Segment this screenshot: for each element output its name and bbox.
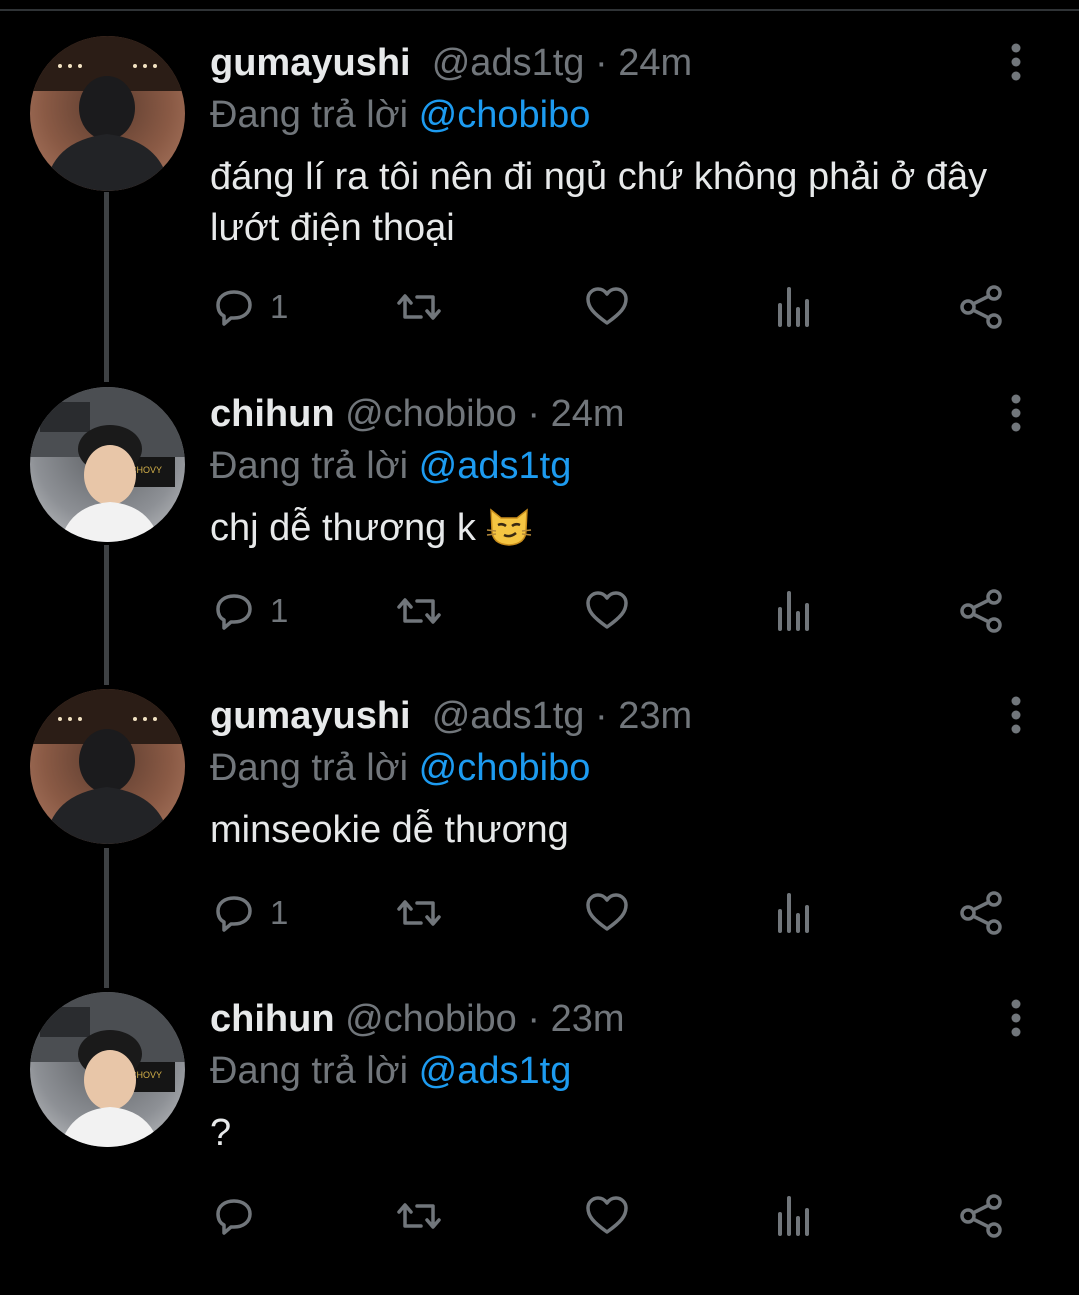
replying-to: Đang trả lời @ads1tg <box>210 1050 572 1092</box>
tweet-header: gumayushi @ads1tg · 23m <box>210 695 693 737</box>
retweet-button[interactable] <box>395 887 443 939</box>
user-handle[interactable]: @chobibo <box>345 998 517 1040</box>
display-name[interactable]: chihun <box>210 998 335 1040</box>
tweet-text: minseokie dễ thương <box>210 809 569 851</box>
user-handle[interactable]: @chobibo <box>345 393 517 435</box>
views-button[interactable] <box>772 585 820 637</box>
reply-count: 1 <box>270 288 289 325</box>
retweet-button[interactable] <box>395 585 443 637</box>
retweet-button[interactable] <box>395 1190 443 1242</box>
top-divider <box>0 0 1079 11</box>
like-button[interactable] <box>583 585 631 637</box>
display-name[interactable]: gumayushi <box>210 695 411 737</box>
retweet-icon <box>397 598 441 624</box>
reply-icon <box>216 896 252 932</box>
share-icon <box>960 1194 1002 1238</box>
tweet-text: đáng lí ra tôi nên đi ngủ chứ không phải… <box>210 156 988 249</box>
more-vertical-icon[interactable] <box>1000 391 1032 435</box>
like-button[interactable] <box>583 1190 631 1242</box>
mention-link[interactable]: @chobibo <box>419 747 591 789</box>
replying-to: Đang trả lời @ads1tg <box>210 445 572 487</box>
views-icon <box>778 287 809 327</box>
tweet[interactable]: gumayushi @ads1tg · 24m Đang trả lời @ch… <box>0 36 1079 339</box>
display-name[interactable]: gumayushi <box>210 42 411 84</box>
more-vertical-icon[interactable] <box>1000 996 1032 1040</box>
user-handle[interactable]: @ads1tg <box>432 695 585 737</box>
avatar[interactable] <box>30 689 185 844</box>
tweet-text: chj dễ thương k <box>210 503 1010 554</box>
replying-to: Đang trả lời @chobibo <box>210 94 591 136</box>
display-name[interactable]: chihun <box>210 393 335 435</box>
like-icon <box>586 287 628 325</box>
like-button[interactable] <box>583 281 631 333</box>
reply-button[interactable]: 1 <box>210 887 288 939</box>
tweet[interactable]: CHOVY chihun @chobibo · 23m Đang trả lời… <box>0 992 1079 1295</box>
tweet-header: chihun @chobibo · 24m <box>210 393 625 435</box>
retweet-icon <box>397 1203 441 1229</box>
tweet-header: gumayushi @ads1tg · 24m <box>210 42 693 84</box>
action-bar: 1 <box>210 887 1010 947</box>
mention-link[interactable]: @chobibo <box>419 94 591 136</box>
avatar[interactable]: CHOVY <box>30 387 185 542</box>
retweet-icon <box>397 294 441 320</box>
reply-button[interactable]: 1 <box>210 585 288 637</box>
action-bar: 1 <box>210 281 1010 341</box>
smirking-cat-emoji-icon <box>487 508 532 546</box>
views-icon <box>778 1196 809 1236</box>
reply-button[interactable]: 1 <box>210 281 288 333</box>
replying-to: Đang trả lời @chobibo <box>210 747 591 789</box>
views-button[interactable] <box>772 887 820 939</box>
retweet-button[interactable] <box>395 281 443 333</box>
reply-icon <box>216 1199 252 1235</box>
action-bar: 1 <box>210 585 1010 645</box>
timestamp[interactable]: 23m <box>618 695 692 737</box>
timestamp[interactable]: 23m <box>551 998 625 1040</box>
retweet-icon <box>397 900 441 926</box>
views-icon <box>778 591 809 631</box>
more-vertical-icon[interactable] <box>1000 40 1032 84</box>
mention-link[interactable]: @ads1tg <box>419 445 572 487</box>
share-button[interactable] <box>958 281 1006 333</box>
reply-button[interactable] <box>210 1190 270 1242</box>
reply-icon <box>216 594 252 630</box>
views-button[interactable] <box>772 1190 820 1242</box>
tweet[interactable]: gumayushi @ads1tg · 23m Đang trả lời @ch… <box>0 689 1079 992</box>
tweet[interactable]: CHOVY chihun @chobibo · 24m Đang trả lời… <box>0 387 1079 690</box>
reply-icon <box>216 290 252 326</box>
avatar[interactable]: CHOVY <box>30 992 185 1147</box>
share-button[interactable] <box>958 585 1006 637</box>
reply-count: 1 <box>270 592 289 629</box>
share-icon <box>960 285 1002 329</box>
like-icon <box>586 1196 628 1234</box>
share-button[interactable] <box>958 887 1006 939</box>
share-button[interactable] <box>958 1190 1006 1242</box>
like-icon <box>586 591 628 629</box>
like-button[interactable] <box>583 887 631 939</box>
reply-count: 1 <box>270 894 289 931</box>
tweet-header: chihun @chobibo · 23m <box>210 998 625 1040</box>
avatar[interactable] <box>30 36 185 191</box>
tweet-text: ? <box>210 1112 232 1154</box>
action-bar <box>210 1190 1010 1250</box>
more-vertical-icon[interactable] <box>1000 693 1032 737</box>
views-icon <box>778 893 809 933</box>
user-handle[interactable]: @ads1tg <box>432 42 585 84</box>
share-icon <box>960 589 1002 633</box>
share-icon <box>960 891 1002 935</box>
mention-link[interactable]: @ads1tg <box>419 1050 572 1092</box>
views-button[interactable] <box>772 281 820 333</box>
like-icon <box>586 893 628 931</box>
timestamp[interactable]: 24m <box>551 393 625 435</box>
timestamp[interactable]: 24m <box>618 42 692 84</box>
